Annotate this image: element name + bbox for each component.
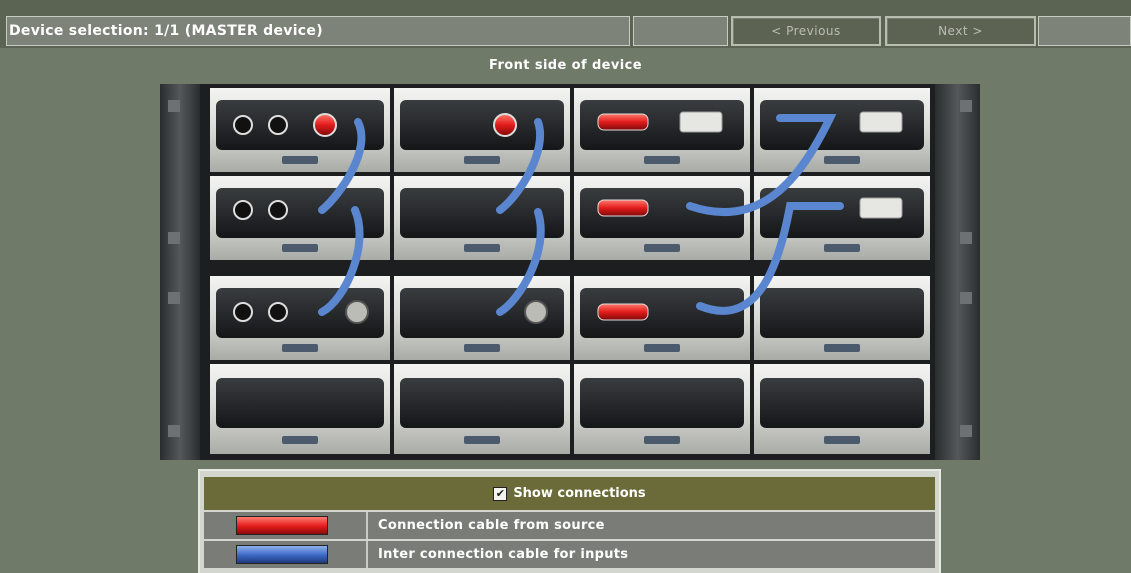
card-slot-r4-c4[interactable] [754,364,930,454]
show-connections-checkbox[interactable]: ✔ [493,486,508,501]
card-slot-r1-c4[interactable] [754,88,930,172]
card-slot-r4-c2[interactable] [394,364,570,454]
card-slot-r3-c1[interactable] [210,276,390,360]
card-slot-r4-c3[interactable] [574,364,750,454]
mount-hole-icon [168,100,180,112]
mount-hole-icon [168,425,180,437]
mount-hole-icon [960,292,972,304]
card-slot-r4-c1[interactable] [210,364,390,454]
legend-row-source-cable: Connection cable from source [204,512,935,539]
mount-hole-icon [960,100,972,112]
legend-swatch-cell [204,512,368,539]
legend-row-inter-cable: Inter connection cable for inputs [204,541,935,568]
connection-legend: ✔ Show connections Connection cable from… [198,469,941,573]
legend-label-inter: Inter connection cable for inputs [378,547,629,562]
red-cable-swatch [236,516,328,535]
mount-hole-icon [168,292,180,304]
show-connections-label: Show connections [513,486,646,501]
legend-label-source: Connection cable from source [378,518,605,533]
rack-ear-left [160,84,200,460]
show-connections-toggle[interactable]: ✔ Show connections [204,477,935,510]
card-slot-r1-c3[interactable] [574,88,750,172]
blue-cable-swatch [236,545,328,564]
card-slot-r2-c3[interactable] [574,176,750,260]
card-slot-r3-c2[interactable] [394,276,570,360]
legend-swatch-cell [204,541,368,568]
card-slot-r3-c3[interactable] [574,276,750,360]
card-slot-r3-c4[interactable] [754,276,930,360]
card-slot-r2-c1[interactable] [210,176,390,260]
mount-hole-icon [960,425,972,437]
mount-hole-icon [960,232,972,244]
mount-hole-icon [168,232,180,244]
rack-ear-right [935,84,980,460]
